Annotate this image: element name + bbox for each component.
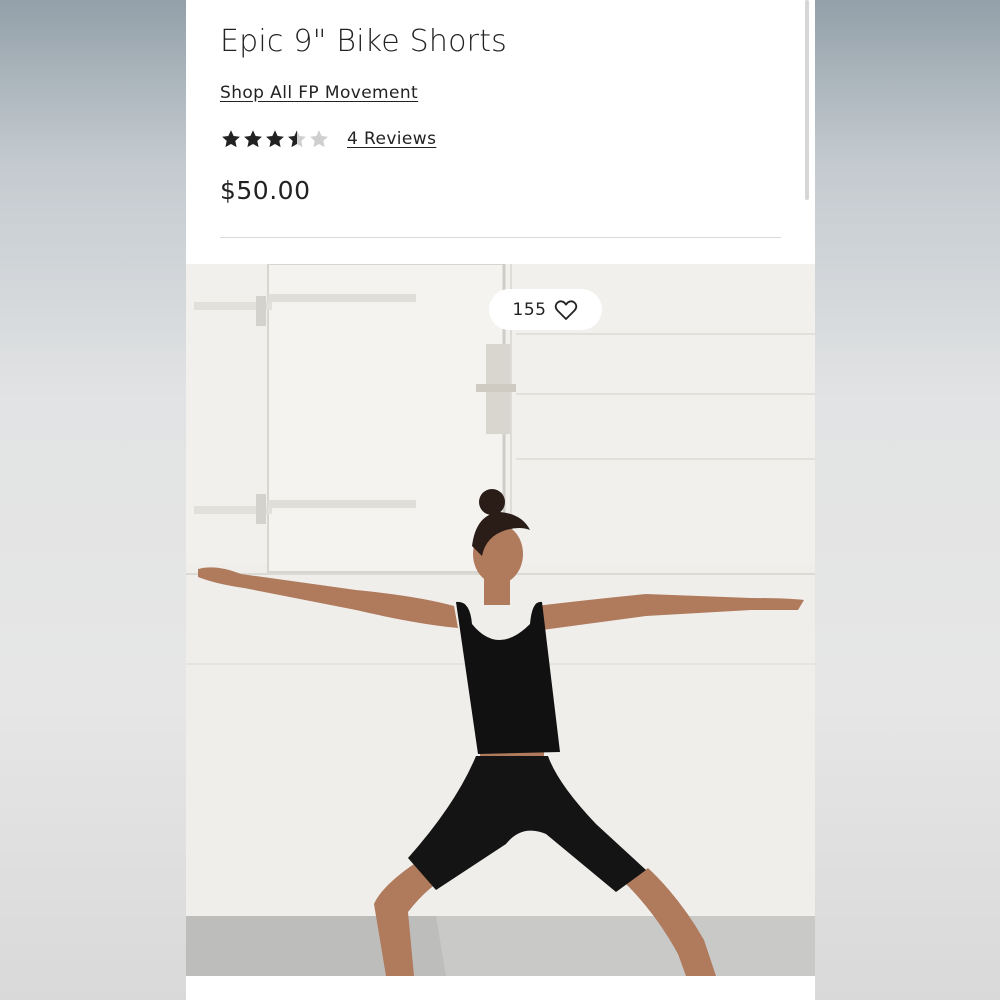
rating-stars (220, 128, 330, 150)
left-background (0, 0, 186, 1000)
heart-icon (555, 299, 578, 320)
shop-all-link[interactable]: Shop All FP Movement (220, 83, 418, 103)
product-rating: 4 Reviews (220, 126, 436, 152)
product-price: $50.00 (220, 176, 311, 205)
empty-star-icon (310, 130, 328, 148)
product-photo[interactable] (186, 264, 815, 976)
divider (220, 237, 781, 238)
right-background (815, 0, 1000, 1000)
product-title: Epic 9" Bike Shorts (220, 24, 507, 59)
model-photo-illustration (186, 264, 815, 976)
bottom-strip (186, 976, 815, 1000)
scrollbar[interactable] (805, 0, 809, 200)
star-icon (244, 130, 262, 148)
reviews-link[interactable]: 4 Reviews (347, 129, 436, 149)
product-detail-panel: Epic 9" Bike Shorts Shop All FP Movement (186, 0, 815, 1000)
favorite-button[interactable]: 155 (489, 289, 602, 330)
star-icon (266, 130, 284, 148)
star-icon (222, 130, 240, 148)
half-star-icon (288, 130, 306, 148)
favorite-count: 155 (512, 299, 547, 320)
